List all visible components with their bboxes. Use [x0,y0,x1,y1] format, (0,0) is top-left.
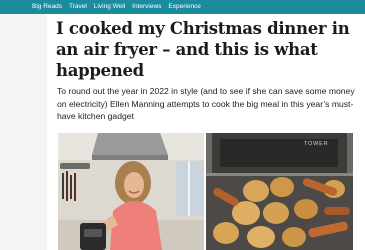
nav-item-travel[interactable]: Travel [69,0,87,14]
nav-item-living-well[interactable]: Living Well [94,0,125,14]
air-fryer-photo-illustration: TOWER [206,133,353,250]
top-navigation-bar: Big Reads Travel Living Well Interviews … [0,0,365,14]
article-headline: I cooked my Christmas dinner in an air f… [56,19,350,80]
left-margin [0,14,47,250]
nav-item-interviews[interactable]: Interviews [132,0,161,14]
nav-items: Big Reads Travel Living Well Interviews … [32,0,208,14]
photo-roast-in-air-fryer[interactable]: TOWER [206,133,353,250]
kitchen-photo-illustration [58,133,204,250]
article-standfirst: To round out the year in 2022 in style (… [57,86,355,121]
brand-logo: TOWER [304,141,328,147]
nav-item-experience[interactable]: Experience [168,0,201,14]
photo-woman-with-air-fryer[interactable] [58,133,204,250]
nav-item-big-reads[interactable]: Big Reads [32,0,62,14]
